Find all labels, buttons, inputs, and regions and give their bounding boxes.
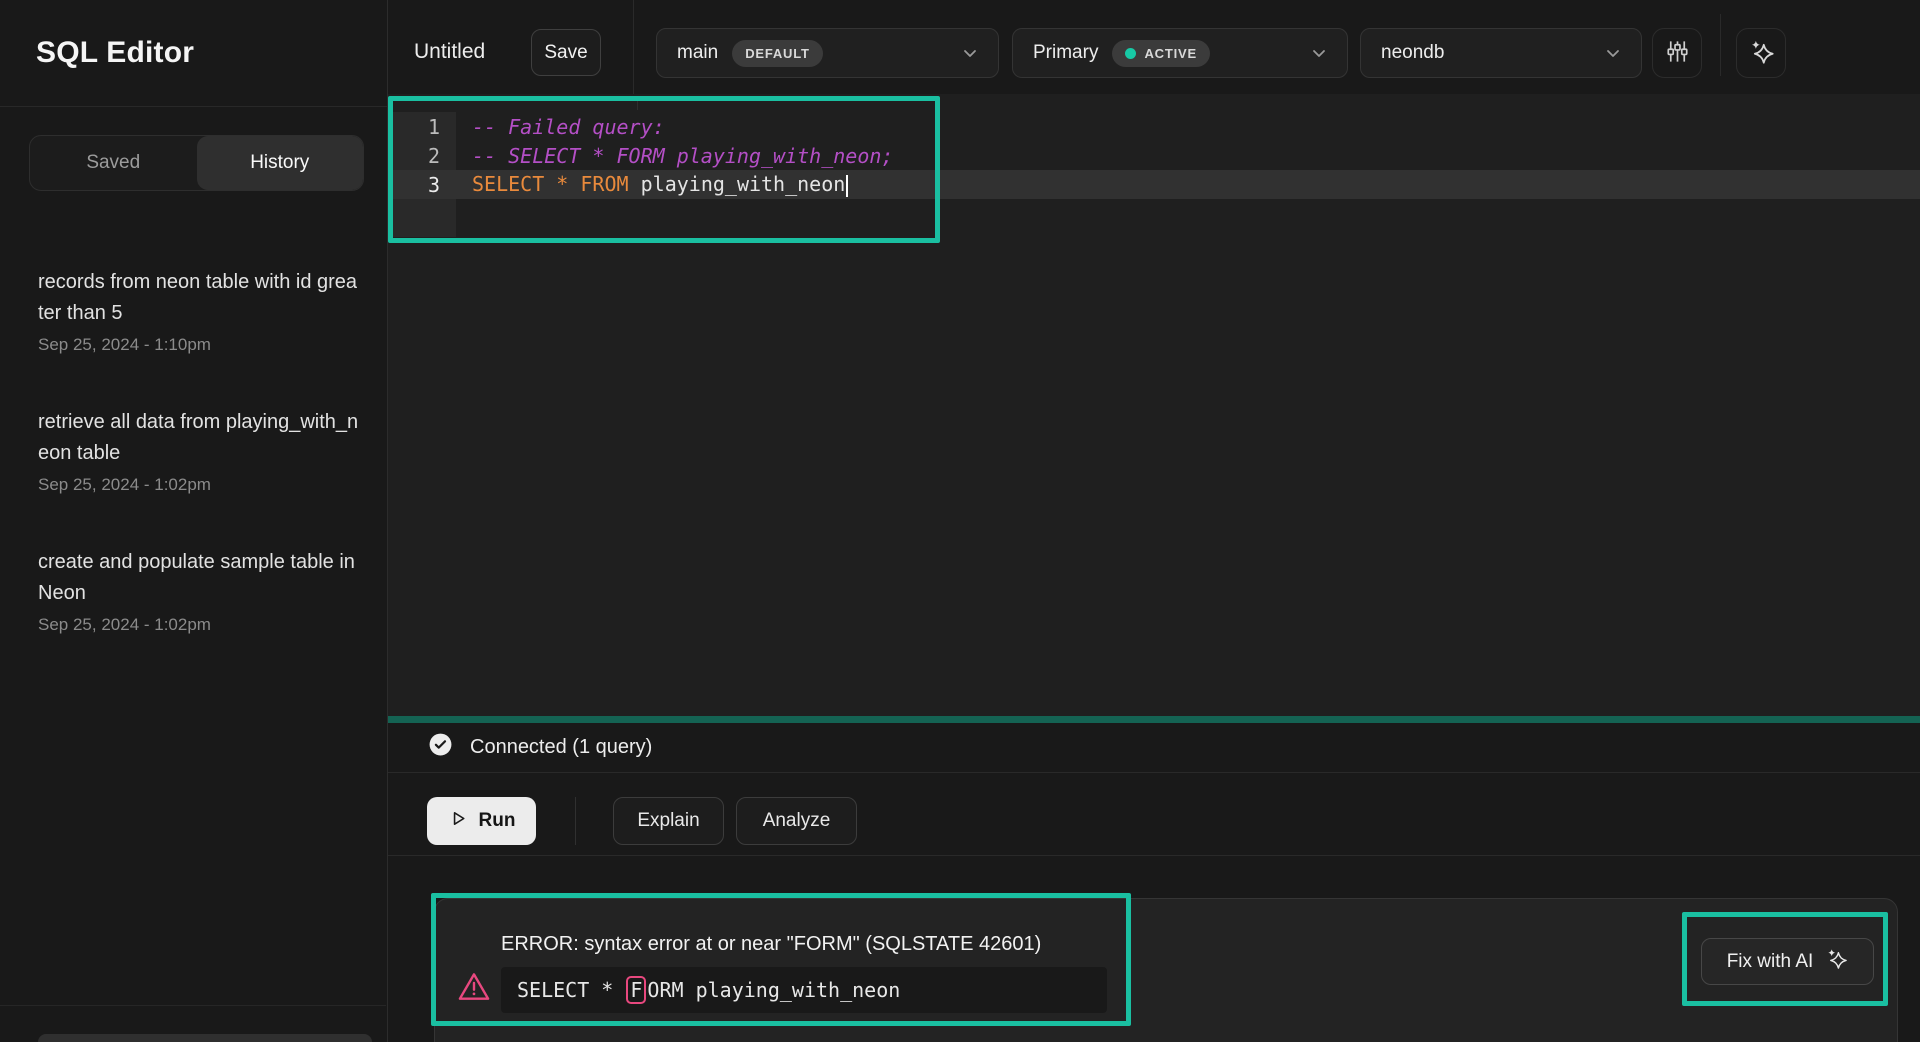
explain-button[interactable]: Explain bbox=[613, 797, 724, 845]
active-badge-label: ACTIVE bbox=[1144, 46, 1196, 61]
connection-status-text: Connected (1 query) bbox=[470, 736, 652, 759]
chevron-down-icon bbox=[1603, 43, 1623, 63]
ai-assistant-button[interactable] bbox=[1736, 28, 1786, 78]
code-line-current[interactable]: 3 SELECT * FROM playing_with_neon bbox=[393, 170, 1920, 199]
check-circle-icon bbox=[428, 732, 453, 763]
database-select[interactable]: neondb bbox=[1360, 28, 1642, 78]
branch-select[interactable]: main DEFAULT bbox=[656, 28, 999, 78]
chevron-down-icon bbox=[960, 43, 980, 63]
page-title: SQL Editor bbox=[36, 36, 194, 70]
topbar: Untitled Save main DEFAULT Primary ACTIV… bbox=[388, 0, 1920, 94]
history-item-date: Sep 25, 2024 - 1:02pm bbox=[38, 475, 367, 495]
sql-operator: * bbox=[556, 172, 580, 196]
error-query-prefix: SELECT * bbox=[517, 978, 625, 1002]
text-cursor bbox=[846, 175, 848, 197]
active-badge: ACTIVE bbox=[1112, 40, 1209, 67]
sql-editor-app: SQL Editor Saved History records from ne… bbox=[0, 0, 1920, 1042]
history-item[interactable]: retrieve all data from playing_with_neon… bbox=[38, 381, 367, 521]
fix-with-ai-label: Fix with AI bbox=[1727, 951, 1814, 973]
history-item-title: create and populate sample table in Neon bbox=[38, 547, 360, 609]
sidebar-bottom-button[interactable] bbox=[38, 1034, 372, 1042]
sql-keyword: FROM bbox=[580, 172, 640, 196]
history-item-date: Sep 25, 2024 - 1:10pm bbox=[38, 335, 367, 355]
history-item-title: records from neon table with id greater … bbox=[38, 267, 360, 329]
play-icon bbox=[448, 808, 469, 835]
line-number: 2 bbox=[393, 144, 456, 168]
error-query-suffix: ORM playing_with_neon bbox=[647, 978, 900, 1002]
results-section: ERROR: syntax error at or near "FORM" (S… bbox=[388, 857, 1920, 1042]
topbar-divider bbox=[1720, 14, 1721, 76]
history-item-date: Sep 25, 2024 - 1:02pm bbox=[38, 615, 367, 635]
code-line[interactable]: 2 -- SELECT * FORM playing_with_neon; bbox=[393, 141, 1920, 170]
error-message: ERROR: syntax error at or near "FORM" (S… bbox=[501, 933, 1041, 956]
line-number: 3 bbox=[393, 173, 456, 197]
analyze-button[interactable]: Analyze bbox=[736, 797, 857, 845]
database-name: neondb bbox=[1381, 42, 1444, 64]
sidebar: SQL Editor Saved History records from ne… bbox=[0, 0, 388, 1042]
editor-tab-divider bbox=[637, 96, 638, 110]
sql-identifier: playing_with_neon bbox=[641, 172, 846, 196]
query-name: Untitled bbox=[414, 0, 485, 104]
save-button[interactable]: Save bbox=[531, 29, 601, 76]
settings-sliders-button[interactable] bbox=[1652, 28, 1702, 78]
tab-saved[interactable]: Saved bbox=[30, 136, 197, 190]
tab-history[interactable]: History bbox=[197, 136, 364, 190]
sql-comment: -- Failed query: bbox=[472, 115, 665, 139]
sliders-icon bbox=[1664, 38, 1691, 68]
sparkle-icon bbox=[1748, 38, 1775, 68]
sidebar-bottom-divider bbox=[0, 1005, 386, 1006]
error-highlight-char: F bbox=[626, 976, 646, 1004]
fix-with-ai-button[interactable]: Fix with AI bbox=[1701, 938, 1874, 985]
history-item[interactable]: records from neon table with id greater … bbox=[38, 241, 367, 381]
saved-history-tabs: Saved History bbox=[29, 135, 364, 191]
pane-resize-divider[interactable] bbox=[388, 716, 1920, 723]
warning-icon bbox=[456, 969, 492, 1010]
sql-comment: -- SELECT * FORM playing_with_neon; bbox=[472, 144, 893, 168]
compute-select[interactable]: Primary ACTIVE bbox=[1012, 28, 1348, 78]
run-button[interactable]: Run bbox=[427, 797, 536, 845]
history-list: records from neon table with id greater … bbox=[0, 241, 387, 661]
default-badge: DEFAULT bbox=[732, 40, 823, 67]
chevron-down-icon bbox=[1309, 43, 1329, 63]
branch-name: main bbox=[677, 42, 718, 64]
history-item[interactable]: create and populate sample table in Neon… bbox=[38, 521, 367, 661]
sidebar-header: SQL Editor bbox=[0, 0, 387, 107]
code-lines: 1 -- Failed query: 2 -- SELECT * FORM pl… bbox=[393, 112, 1920, 199]
active-dot-icon bbox=[1125, 48, 1136, 59]
history-item-title: retrieve all data from playing_with_neon… bbox=[38, 407, 360, 469]
error-query-snippet: SELECT * FORM playing_with_neon bbox=[501, 967, 1107, 1013]
sparkle-icon bbox=[1825, 947, 1848, 976]
sql-keyword: SELECT bbox=[472, 172, 556, 196]
topbar-divider bbox=[633, 0, 634, 94]
compute-name: Primary bbox=[1033, 42, 1098, 64]
sql-code-editor[interactable]: 1 -- Failed query: 2 -- SELECT * FORM pl… bbox=[388, 94, 1920, 716]
error-panel: ERROR: syntax error at or near "FORM" (S… bbox=[434, 898, 1898, 1042]
run-button-label: Run bbox=[479, 810, 516, 832]
query-actions-bar: Run Explain Analyze bbox=[388, 773, 1920, 856]
actions-divider bbox=[575, 797, 576, 845]
line-number: 1 bbox=[393, 115, 456, 139]
code-line[interactable]: 1 -- Failed query: bbox=[393, 112, 1920, 141]
main-area: Untitled Save main DEFAULT Primary ACTIV… bbox=[388, 0, 1920, 1042]
connection-status-bar: Connected (1 query) bbox=[388, 723, 1920, 773]
